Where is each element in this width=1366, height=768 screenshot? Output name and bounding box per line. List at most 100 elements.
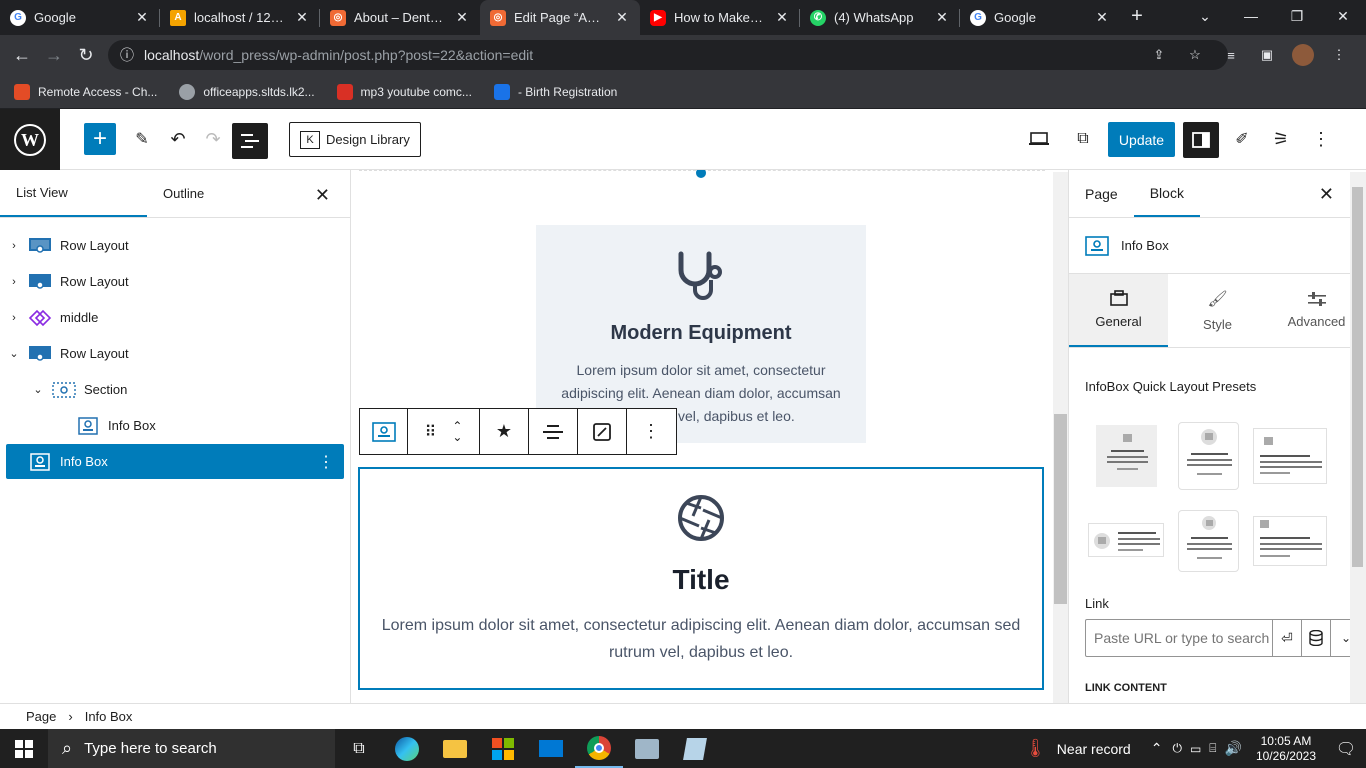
close-tab-icon[interactable]: ✕ [454,9,470,26]
chevron-right-icon[interactable]: › [6,312,22,324]
layout-preset[interactable] [1096,425,1157,487]
tab-list-view[interactable]: List View [0,170,147,217]
bookmark-item[interactable]: - Birth Registration [493,83,617,100]
list-item[interactable]: ⌄ Row Layout [6,336,344,371]
store-icon[interactable] [479,729,527,768]
network-icon[interactable]: ⌸ [1209,741,1216,756]
list-item[interactable]: Info Box [6,408,344,443]
new-tab-button[interactable]: + [1120,0,1154,35]
tray-apps-icon[interactable]: ⏻ [1172,741,1182,756]
wordpress-logo-icon[interactable]: W [0,109,60,170]
canvas-scrollbar[interactable] [1053,172,1068,703]
chevron-down-icon[interactable]: ⌄ [6,347,22,360]
drag-handle-icon[interactable]: ⠿ [425,422,437,442]
menu-icon[interactable]: ⋮ [1324,39,1354,71]
chrome-icon[interactable] [575,729,623,768]
align-center-icon[interactable] [529,409,578,454]
minimize-icon[interactable]: — [1228,0,1274,32]
edge-icon[interactable] [383,729,431,768]
close-tab-icon[interactable]: ✕ [134,9,150,26]
close-icon[interactable]: ✕ [315,185,330,206]
app-icon[interactable] [623,729,671,768]
block-inserter-dot[interactable] [696,170,706,178]
browser-tab[interactable]: ▶ How to Make a Website ✕ [640,0,800,35]
reload-icon[interactable]: ↻ [70,39,102,71]
chevron-up-icon[interactable]: ⌃ [1151,740,1163,757]
list-item[interactable]: › Row Layout [6,228,344,263]
clock[interactable]: 10:05 AM 10/26/2023 [1246,734,1326,764]
task-view-icon[interactable]: ⧉ [335,729,383,768]
bookmark-item[interactable]: mp3 youtube comc... [336,83,472,100]
close-tab-icon[interactable]: ✕ [294,9,310,26]
taskbar-search[interactable]: ⌕ Type here to search [48,729,335,768]
breadcrumb-page[interactable]: Page [26,709,56,724]
edit-image-icon[interactable] [578,409,627,454]
tab-block[interactable]: Block [1133,170,1200,217]
bookmark-item[interactable]: officeapps.sltds.lk2... [179,83,315,100]
battery-icon[interactable]: ▭ [1190,742,1201,756]
back-icon[interactable]: ← [6,39,38,71]
browser-tab-active[interactable]: ◎ Edit Page “About” ✕ [480,0,640,35]
block-options-icon[interactable]: ⋮ [318,452,334,472]
forward-icon[interactable]: → [38,39,70,71]
layout-preset[interactable] [1253,428,1327,484]
info-box-card-selected[interactable]: Title Lorem ipsum dolor sit amet, consec… [358,467,1044,690]
list-item-selected[interactable]: Info Box ⋮ [6,444,344,479]
tab-search-icon[interactable]: ⌄ [1182,0,1228,32]
options-menu-icon[interactable]: ⋮ [1308,123,1334,155]
view-page-icon[interactable]: ⧉ [1070,123,1096,155]
thermometer-icon[interactable]: 🌡 [1024,738,1047,759]
bookmark-item[interactable]: Remote Access - Ch... [14,83,157,100]
browser-tab[interactable]: A localhost / 127.0.0.1 ✕ [160,0,320,35]
media-control-icon[interactable]: ≡ [1216,39,1246,71]
redo-icon[interactable]: ↷ [199,123,227,155]
site-info-icon[interactable]: ⓘ [120,45,134,65]
notification-icon[interactable]: 🗨 [1326,739,1366,759]
breadcrumb-info-box[interactable]: Info Box [85,709,133,724]
volume-icon[interactable]: 🔊 [1225,740,1242,757]
close-window-icon[interactable]: ✕ [1320,0,1366,32]
mail-icon[interactable] [527,729,575,768]
editor-mode-icon[interactable]: ✐ [1228,123,1256,155]
close-tab-icon[interactable]: ✕ [774,9,790,26]
chevron-down-icon[interactable]: ⌄ [30,383,46,396]
close-tab-icon[interactable]: ✕ [614,9,630,26]
file-explorer-icon[interactable] [431,729,479,768]
browser-tab[interactable]: G Google ✕ [960,0,1120,35]
profile-avatar[interactable] [1288,39,1318,71]
settings-toggle-button[interactable] [1183,122,1219,158]
tab-page[interactable]: Page [1069,170,1134,217]
close-tab-icon[interactable]: ✕ [1094,9,1110,26]
close-tab-icon[interactable]: ✕ [934,9,950,26]
windows-start-icon[interactable] [0,729,48,768]
link-url-input[interactable]: Paste URL or type to search [1085,619,1273,657]
weather-text[interactable]: Near record [1057,741,1131,757]
pen-tool-icon[interactable]: ✎ [128,123,156,155]
list-item[interactable]: › Row Layout [6,264,344,299]
bookmark-star-icon[interactable]: ☆ [1180,39,1210,71]
tab-outline[interactable]: Outline [147,170,294,217]
layout-preset[interactable] [1178,422,1239,490]
side-panel-icon[interactable]: ▣ [1252,39,1282,71]
browser-tab[interactable]: ✆ (4) WhatsApp ✕ [800,0,960,35]
undo-icon[interactable]: ↶ [164,123,192,155]
address-bar[interactable]: ⓘ localhost/word_press/wp-admin/post.php… [108,40,1228,70]
share-icon[interactable]: ⇪ [1144,39,1174,71]
browser-tab[interactable]: ◎ About – Dental Practice ✕ [320,0,480,35]
app-icon[interactable] [671,729,719,768]
document-overview-button[interactable] [232,123,268,159]
update-button[interactable]: Update [1108,122,1175,157]
more-options-icon[interactable]: ⋮ [627,409,675,454]
star-icon[interactable]: ★ [480,409,529,454]
chevron-right-icon[interactable]: › [6,240,22,252]
list-item[interactable]: › middle [6,300,344,335]
layout-preset[interactable] [1178,510,1239,572]
info-box-icon[interactable] [360,409,408,454]
add-block-button[interactable]: + [84,123,116,155]
list-item[interactable]: ⌄ Section [6,372,344,407]
move-up-down-icon[interactable]: ⌃ ⌄ [452,420,462,443]
stackable-settings-icon[interactable]: ⚞ [1267,123,1295,155]
browser-tab[interactable]: G Google ✕ [0,0,160,35]
settings-scrollbar[interactable] [1350,172,1366,703]
submit-link-icon[interactable]: ⏎ [1273,620,1301,656]
